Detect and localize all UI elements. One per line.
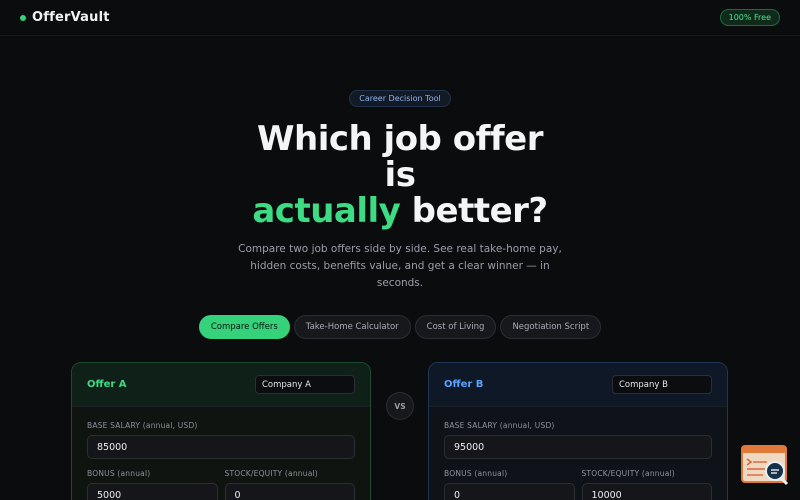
offer-b-bonus-group: BONUS (annual) 0 [444,469,575,500]
offer-a-header: Offer A Company A [72,363,370,407]
brand-logo[interactable]: OfferVault [20,10,110,25]
offer-a-base-salary-label: BASE SALARY (annual, USD) [87,421,198,430]
offer-b-bonus-input[interactable]: 0 [444,483,575,500]
tab-take-home-calculator[interactable]: Take-Home Calculator [293,315,411,339]
headline-line1: Which job offer [256,119,544,159]
headline-accent: actually [252,191,401,231]
offer-a-title: Offer A [87,379,127,390]
offer-b-stock-label: STOCK/EQUITY (annual) [581,469,675,478]
tab-compare-offers[interactable]: Compare Offers [198,315,290,339]
offer-a-card: Offer A Company A BASE SALARY (annual, U… [71,362,371,500]
offer-b-stock-group: STOCK/EQUITY (annual) 10000 [581,469,712,500]
hero-pill: Career Decision Tool [349,90,451,107]
offer-a-stock-label: STOCK/EQUITY (annual) [224,469,318,478]
hero-headline: Which job offer is actually better? [0,121,800,229]
brand-name: OfferVault [32,10,110,25]
offer-b-row: BONUS (annual) 0 STOCK/EQUITY (annual) 1… [444,469,712,500]
free-badge: 100% Free [719,9,780,26]
headline-line3: better? [400,191,548,231]
headline-line2: is [384,155,416,195]
offer-a-body: BASE SALARY (annual, USD) 85000 BONUS (a… [72,407,370,500]
offer-a-row: BONUS (annual) 5000 STOCK/EQUITY (annual… [87,469,355,500]
hero-section: Career Decision Tool Which job offer is … [0,86,800,292]
search-document-icon[interactable] [741,445,789,487]
offer-b-header: Offer B Company B [429,363,727,407]
brand-dot-icon [20,14,26,21]
offer-a-company-input[interactable]: Company A [255,375,355,394]
offer-a-bonus-label: BONUS (annual) [87,469,151,478]
tab-cost-of-living[interactable]: Cost of Living [414,315,497,339]
top-bar: OfferVault 100% Free [0,0,800,36]
offer-b-card: Offer B Company B BASE SALARY (annual, U… [428,362,728,500]
offer-b-body: BASE SALARY (annual, USD) 95000 BONUS (a… [429,407,727,500]
offer-b-stock-input[interactable]: 10000 [581,483,712,500]
offer-b-base-salary-label: BASE SALARY (annual, USD) [444,421,555,430]
offer-b-title: Offer B [444,379,484,390]
vs-badge: VS [386,392,414,420]
hero-subtitle: Compare two job offers side by side. See… [238,243,562,289]
offer-a-bonus-group: BONUS (annual) 5000 [87,469,218,500]
offer-b-base-salary-input[interactable]: 95000 [444,435,712,459]
offer-a-stock-group: STOCK/EQUITY (annual) 0 [224,469,355,500]
offer-a-stock-input[interactable]: 0 [224,483,355,500]
tool-tabs: Compare Offers Take-Home Calculator Cost… [0,315,800,339]
offer-a-base-salary-input[interactable]: 85000 [87,435,355,459]
tab-negotiation-script[interactable]: Negotiation Script [500,315,602,339]
offer-b-bonus-label: BONUS (annual) [444,469,508,478]
offer-b-company-input[interactable]: Company B [612,375,712,394]
offer-a-bonus-input[interactable]: 5000 [87,483,218,500]
